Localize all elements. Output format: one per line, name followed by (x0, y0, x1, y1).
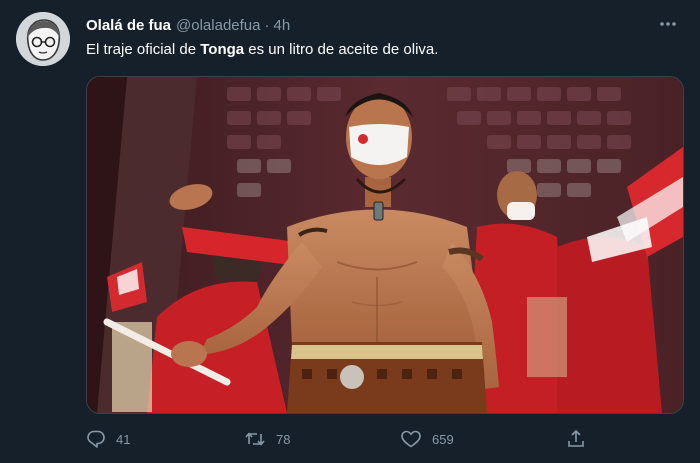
reply-button[interactable]: 41 (86, 427, 130, 451)
retweet-count: 78 (276, 431, 291, 447)
tweet[interactable]: Olalá de fua @olaladefua · 4h El traje o… (0, 0, 700, 463)
retweet-icon (244, 429, 266, 449)
avatar[interactable] (16, 12, 70, 66)
like-count: 659 (432, 431, 454, 447)
tweet-text-part-1: El traje oficial de (86, 41, 201, 58)
user-handle[interactable]: @olaladefua (176, 17, 260, 34)
reply-icon (86, 429, 106, 449)
display-name[interactable]: Olalá de fua (86, 17, 171, 34)
share-icon (566, 429, 586, 449)
tweet-header: Olalá de fua @olaladefua · 4h (86, 15, 290, 35)
tweet-actions: 41 78 659 (86, 427, 676, 451)
tweet-text: El traje oficial de Tonga es un litro de… (86, 40, 676, 60)
tweet-media-image[interactable] (86, 76, 684, 414)
more-horizontal-icon[interactable] (654, 12, 682, 36)
share-button[interactable] (566, 427, 586, 451)
retweet-button[interactable]: 78 (244, 427, 290, 451)
tweet-text-bold: Tonga (200, 41, 245, 58)
like-button[interactable]: 659 (400, 427, 454, 451)
heart-icon (400, 429, 422, 449)
reply-count: 41 (116, 431, 131, 447)
separator-dot: · (264, 16, 270, 34)
tweet-text-part-2: es un litro de aceite de oliva. (244, 41, 439, 58)
tweet-time[interactable]: 4h (274, 17, 291, 34)
